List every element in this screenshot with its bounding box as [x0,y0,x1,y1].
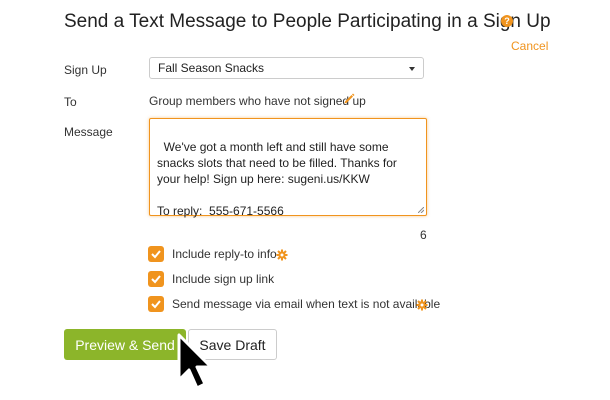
message-label: Message [64,125,113,139]
page-title: Send a Text Message to People Participat… [64,11,551,32]
message-text: We've got a month left and still have so… [157,140,397,218]
gear-icon[interactable] [276,249,288,261]
preview-send-button[interactable]: Preview & Send [64,329,186,360]
character-count: 6 [420,228,427,242]
help-icon[interactable]: ? [501,15,513,27]
option-reply-to-label: Include reply-to info [172,247,277,261]
to-recipients: Group members who have not signed up [149,94,366,108]
pencil-icon[interactable] [343,92,355,104]
checkbox-signup-link[interactable] [148,271,164,287]
chevron-down-icon [409,67,415,71]
mouse-cursor-icon [177,333,213,390]
signup-select-value: Fall Season Snacks [158,61,265,75]
option-email-fallback-label: Send message via email when text is not … [172,297,441,311]
option-signup-link-label: Include sign up link [172,272,275,286]
gear-icon[interactable] [416,299,428,311]
resize-grip-icon[interactable] [418,207,424,213]
to-label: To [64,95,77,109]
cancel-link[interactable]: Cancel [511,39,548,53]
signup-select[interactable]: Fall Season Snacks [149,57,424,79]
message-textarea[interactable]: We've got a month left and still have so… [149,118,427,218]
checkbox-reply-to[interactable] [148,246,164,262]
checkbox-email-fallback[interactable] [148,296,164,312]
signup-label: Sign Up [64,63,107,77]
